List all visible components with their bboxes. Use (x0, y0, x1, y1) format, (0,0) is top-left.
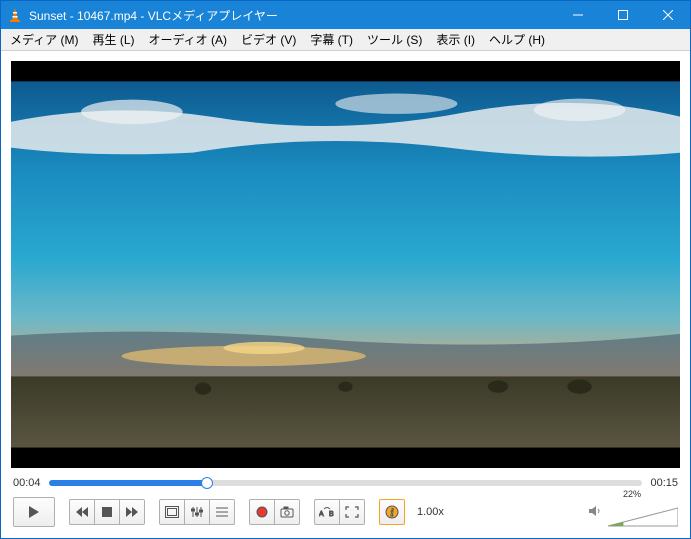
play-button[interactable] (13, 497, 55, 527)
vlc-window: Sunset - 10467.mp4 - VLCメディアプレイヤー メディア (… (0, 0, 691, 539)
loop-ab-button[interactable]: AB (314, 499, 340, 525)
minimize-button[interactable] (555, 1, 600, 29)
previous-button[interactable] (69, 499, 95, 525)
info-button[interactable]: i (379, 499, 405, 525)
window-title: Sunset - 10467.mp4 - VLCメディアプレイヤー (29, 7, 555, 24)
volume-control: 22% (588, 496, 678, 528)
menu-tools[interactable]: ツール (S) (360, 29, 429, 50)
maximize-button[interactable] (600, 1, 645, 29)
menu-playback[interactable]: 再生 (L) (85, 29, 141, 50)
volume-slider[interactable] (608, 506, 678, 528)
menubar: メディア (M) 再生 (L) オーディオ (A) ビデオ (V) 字幕 (T)… (1, 29, 690, 51)
volume-level: 22% (623, 489, 691, 499)
record-button[interactable] (249, 499, 275, 525)
next-button[interactable] (119, 499, 145, 525)
menu-audio[interactable]: オーディオ (A) (142, 29, 235, 50)
svg-text:i: i (391, 508, 394, 519)
controls: AB i 1.00x 22% (1, 492, 690, 538)
seek-slider[interactable] (49, 476, 643, 490)
seek-fill (49, 480, 208, 486)
video-area[interactable] (11, 61, 680, 468)
vlc-cone-icon (7, 7, 23, 23)
snapshot-button[interactable] (274, 499, 300, 525)
equalizer-button[interactable] (184, 499, 210, 525)
total-time[interactable]: 00:15 (650, 477, 678, 489)
menu-view[interactable]: 表示 (I) (429, 29, 482, 50)
playback-speed[interactable]: 1.00x (417, 506, 444, 518)
close-button[interactable] (645, 1, 690, 29)
svg-text:A: A (319, 511, 324, 518)
menu-help[interactable]: ヘルプ (H) (482, 29, 552, 50)
menu-video[interactable]: ビデオ (V) (234, 29, 303, 50)
aspect-button[interactable] (339, 499, 365, 525)
svg-text:B: B (329, 511, 334, 518)
speaker-icon[interactable] (588, 504, 602, 521)
menu-media[interactable]: メディア (M) (3, 29, 85, 50)
current-time[interactable]: 00:04 (13, 477, 41, 489)
menu-subtitle[interactable]: 字幕 (T) (303, 29, 360, 50)
titlebar[interactable]: Sunset - 10467.mp4 - VLCメディアプレイヤー (1, 1, 690, 29)
stop-button[interactable] (94, 499, 120, 525)
fullscreen-button[interactable] (159, 499, 185, 525)
playlist-button[interactable] (209, 499, 235, 525)
seek-thumb[interactable] (201, 477, 213, 489)
seek-row: 00:04 00:15 (1, 474, 690, 492)
window-buttons (555, 1, 690, 29)
